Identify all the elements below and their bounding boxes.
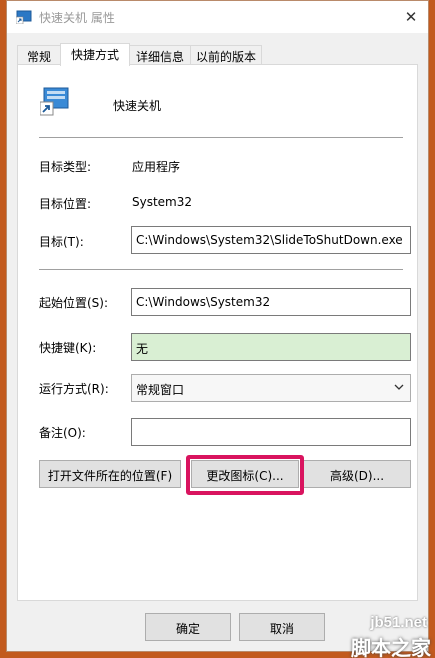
tab-details[interactable]: 详细信息	[129, 45, 191, 65]
cancel-button[interactable]: 取消	[239, 613, 325, 641]
target-type-value: 应用程序	[132, 160, 181, 174]
tab-previous-versions[interactable]: 以前的版本	[190, 45, 262, 65]
tab-general[interactable]: 常规	[17, 45, 61, 65]
change-icon-highlight	[186, 455, 304, 495]
target-type-label: 目标类型:	[39, 160, 92, 174]
chevron-down-icon	[394, 384, 404, 390]
separator	[39, 137, 403, 138]
ok-button[interactable]: 确定	[145, 613, 231, 641]
watermark: jb51.net 脚本之家	[335, 612, 435, 658]
target-label: 目标(T):	[39, 235, 84, 249]
shortcut-app-icon	[16, 10, 32, 24]
run-select[interactable]: 常规窗口	[131, 374, 411, 402]
comment-input[interactable]	[131, 418, 411, 446]
properties-window: 快速关机 属性 ✕ 常规 快捷方式 详细信息 以前的版本 快速关机 目标类型: …	[6, 0, 429, 652]
watermark-text: 脚本之家	[351, 636, 431, 658]
tab-shortcut[interactable]: 快捷方式	[60, 43, 130, 66]
watermark-url: jb51.net	[370, 614, 427, 631]
shortcut-panel: 快速关机 目标类型: 应用程序 目标位置: System32 目标(T): C:…	[17, 64, 418, 601]
start-in-label: 起始位置(S):	[39, 296, 109, 310]
title-bar[interactable]: 快速关机 属性 ✕	[7, 1, 428, 33]
close-button[interactable]: ✕	[394, 1, 428, 33]
hotkey-input[interactable]: 无	[131, 333, 411, 361]
close-icon: ✕	[404, 8, 418, 26]
start-in-input[interactable]: C:\Windows\System32	[131, 288, 411, 316]
window-title: 快速关机 属性	[39, 11, 115, 25]
open-file-location-button[interactable]: 打开文件所在的位置(F)	[39, 460, 181, 488]
target-location-label: 目标位置:	[39, 197, 92, 211]
run-label: 运行方式(R):	[39, 382, 109, 396]
shortcut-large-icon	[40, 87, 69, 116]
hotkey-label: 快捷键(K):	[39, 341, 97, 355]
target-input[interactable]: C:\Windows\System32\SlideToShutDown.exe	[131, 226, 411, 254]
advanced-button[interactable]: 高级(D)...	[303, 460, 411, 488]
target-location-value: System32	[132, 195, 193, 209]
comment-label: 备注(O):	[39, 426, 86, 440]
shortcut-name: 快速关机	[113, 99, 162, 113]
separator	[39, 269, 403, 270]
